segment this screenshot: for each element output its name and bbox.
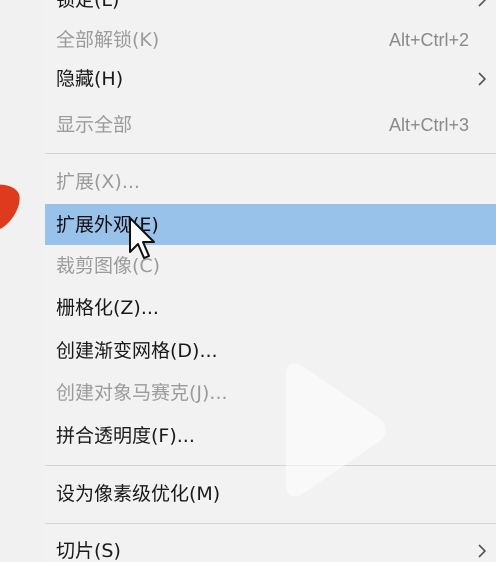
menu-item-create-object-mosaic[interactable]: 创建对象马赛克(J)... <box>45 374 496 412</box>
menu-item-label: 设为像素级优化(M) <box>56 483 221 505</box>
menu-item-label: 隐藏(H) <box>56 68 124 90</box>
menu-item-label: 切片(S) <box>56 540 121 562</box>
menu-item-label: 拼合透明度(F)... <box>56 425 195 447</box>
menu-item-flatten-transparency[interactable]: 拼合透明度(F)... <box>45 417 496 455</box>
menu-item-unlock-all[interactable]: 全部解锁(K) Alt+Ctrl+2 <box>45 21 496 59</box>
menu-item-label: 创建渐变网格(D)... <box>56 340 218 362</box>
red-annotation-marker <box>0 184 20 229</box>
menu-item-shortcut: Alt+Ctrl+2 <box>388 30 469 50</box>
menu-separator <box>45 465 496 466</box>
menu-item-expand[interactable]: 扩展(X)... <box>45 163 496 201</box>
menu-item-rasterize[interactable]: 栅格化(Z)... <box>45 289 496 327</box>
menu-item-slice[interactable]: 切片(S) <box>45 532 496 562</box>
menu-separator <box>45 523 496 524</box>
menu-item-show-all[interactable]: 显示全部 Alt+Ctrl+3 <box>45 106 496 144</box>
chevron-right-icon <box>478 72 487 86</box>
menu-item-make-pixel-perfect[interactable]: 设为像素级优化(M) <box>45 475 496 513</box>
menu-item-lock[interactable]: 锁定(L) <box>45 0 496 19</box>
menu-item-expand-appearance[interactable]: 扩展外观(E) <box>45 204 496 245</box>
mouse-pointer-icon <box>129 217 155 259</box>
menu-item-label: 创建对象马赛克(J)... <box>56 382 228 404</box>
menu-item-hide[interactable]: 隐藏(H) <box>45 60 496 98</box>
menu-item-label: 扩展(X)... <box>56 171 140 193</box>
screen: 锁定(L) 全部解锁(K) Alt+Ctrl+2 隐藏(H) 显示全部 Alt+… <box>0 0 496 562</box>
object-context-menu: 锁定(L) 全部解锁(K) Alt+Ctrl+2 隐藏(H) 显示全部 Alt+… <box>45 0 496 562</box>
menu-item-label: 显示全部 <box>56 114 133 136</box>
menu-separator <box>45 153 496 154</box>
menu-item-shortcut: Alt+Ctrl+3 <box>388 115 469 135</box>
menu-item-label: 锁定(L) <box>56 0 120 11</box>
menu-item-create-gradient-mesh[interactable]: 创建渐变网格(D)... <box>45 332 496 370</box>
chevron-right-icon <box>478 0 487 7</box>
menu-item-label: 栅格化(Z)... <box>56 297 159 319</box>
menu-item-label: 全部解锁(K) <box>56 29 160 51</box>
chevron-right-icon <box>478 544 487 558</box>
menu-item-crop-image[interactable]: 裁剪图像(C) <box>45 247 496 285</box>
